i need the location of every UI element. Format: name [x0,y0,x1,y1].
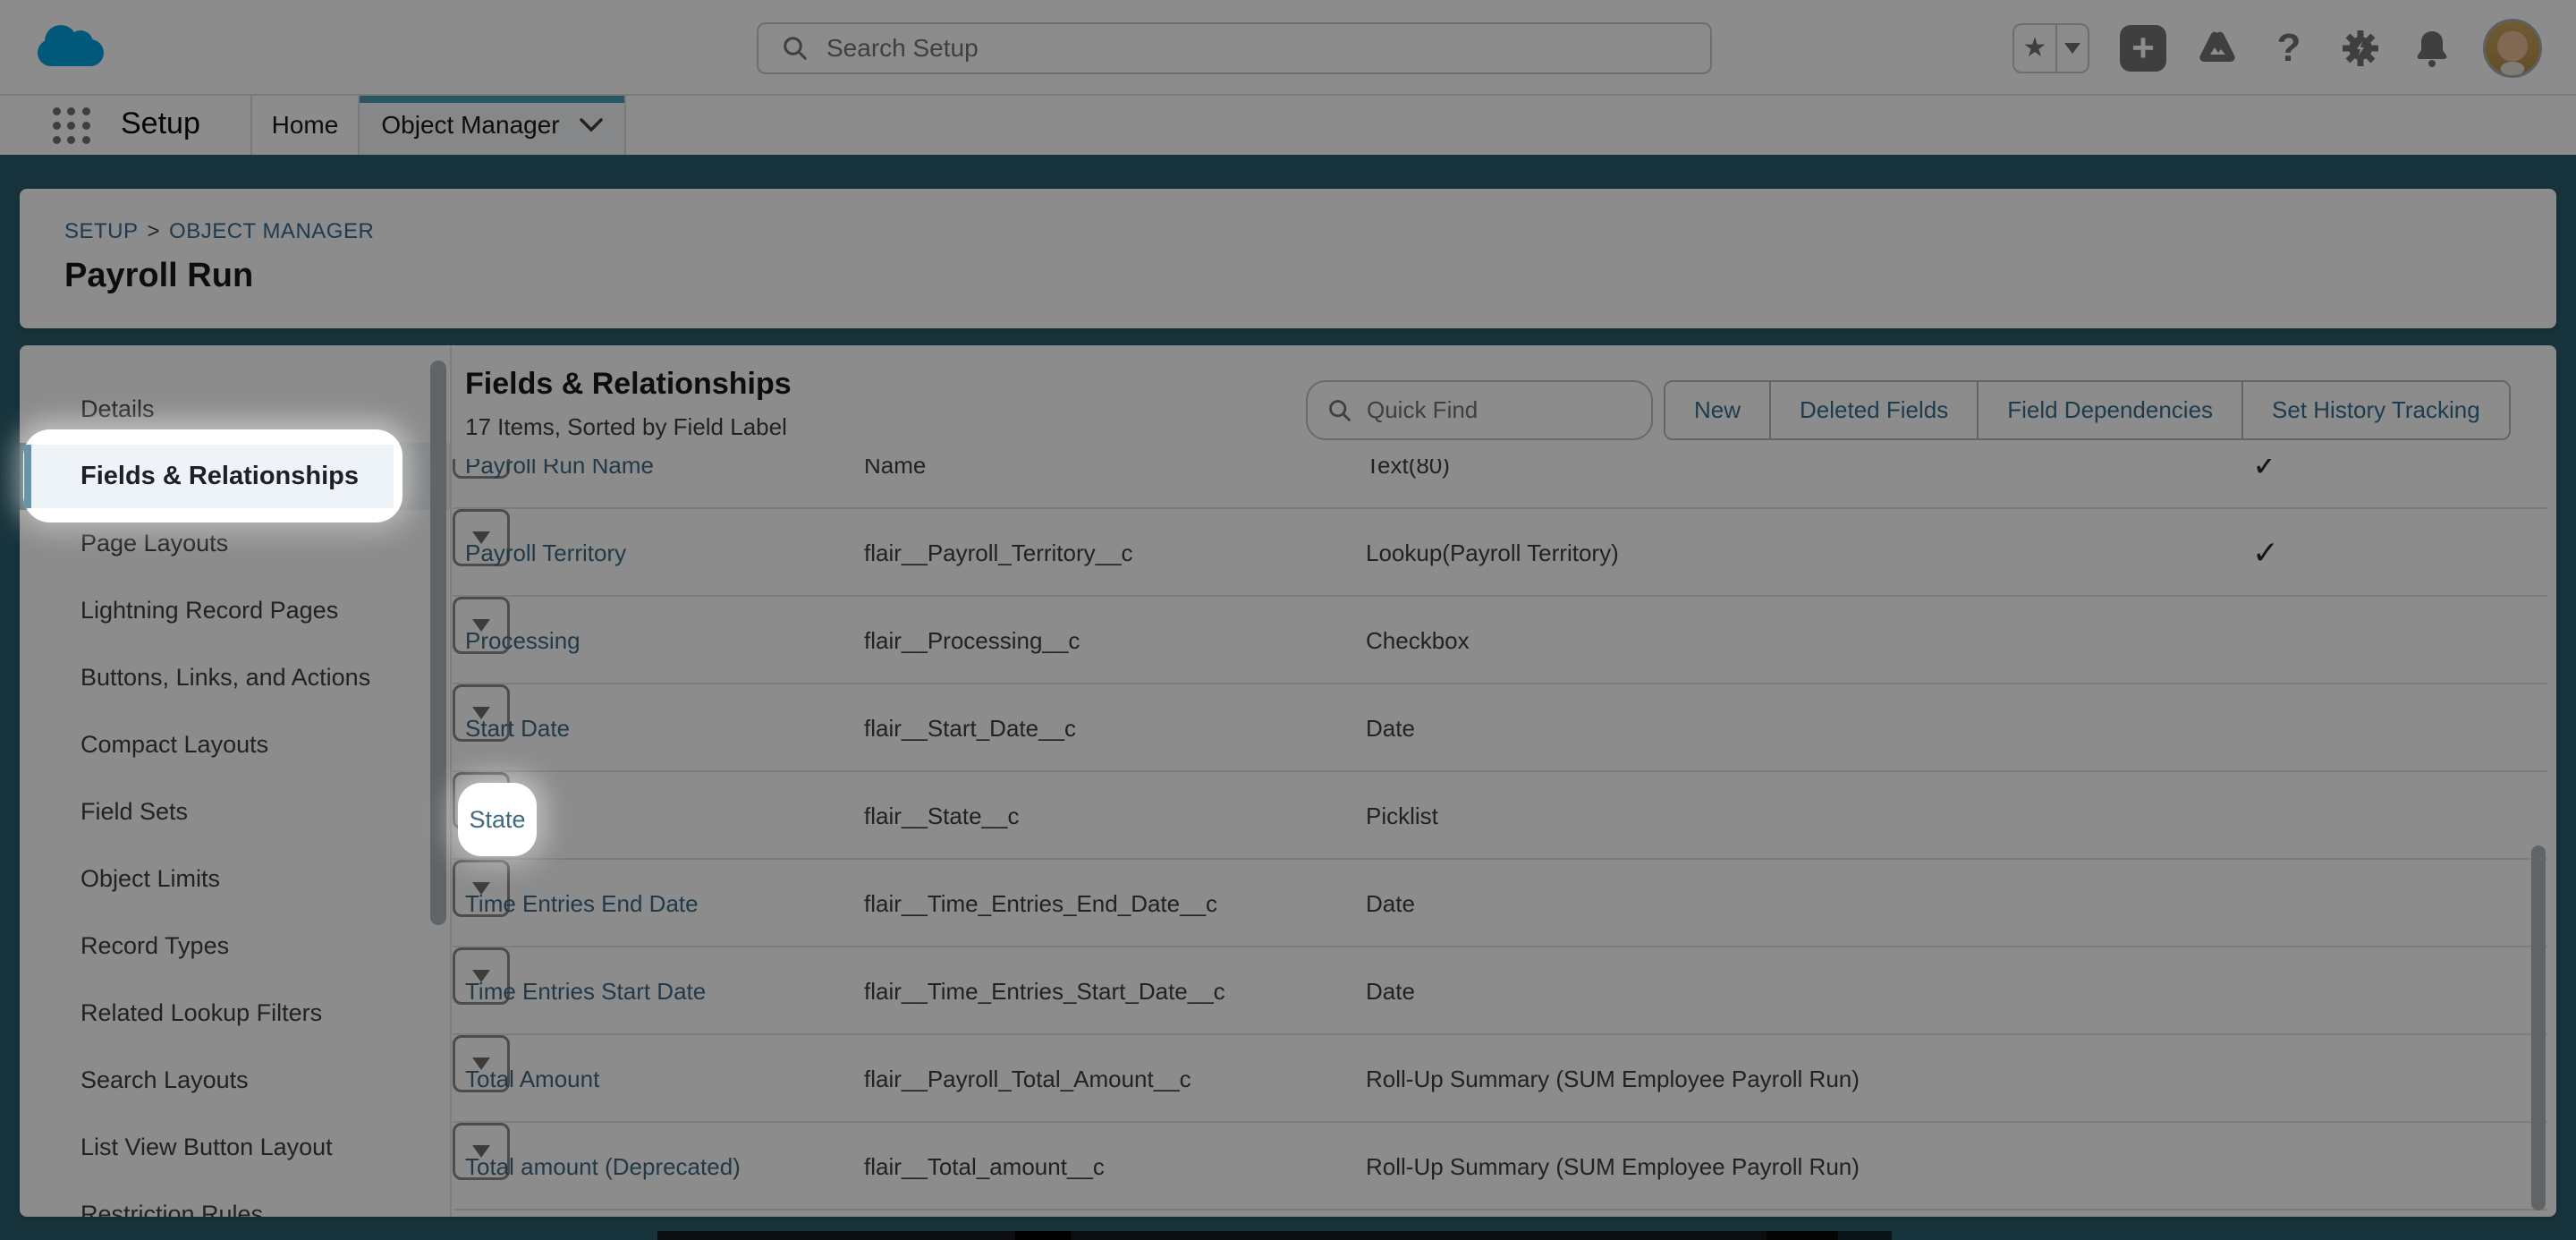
spotlight-state: State [458,783,537,856]
screen: ★ + ? [0,0,2576,1240]
sidebar-item-fields-relationships[interactable]: Fields & Relationships [24,445,394,508]
state-field-link[interactable]: State [469,806,525,834]
sidebar-item-label: Fields & Relationships [80,462,359,491]
tour-dim-overlay [0,0,2576,1240]
spotlight-fields-relationships: Fields & Relationships [23,429,402,522]
